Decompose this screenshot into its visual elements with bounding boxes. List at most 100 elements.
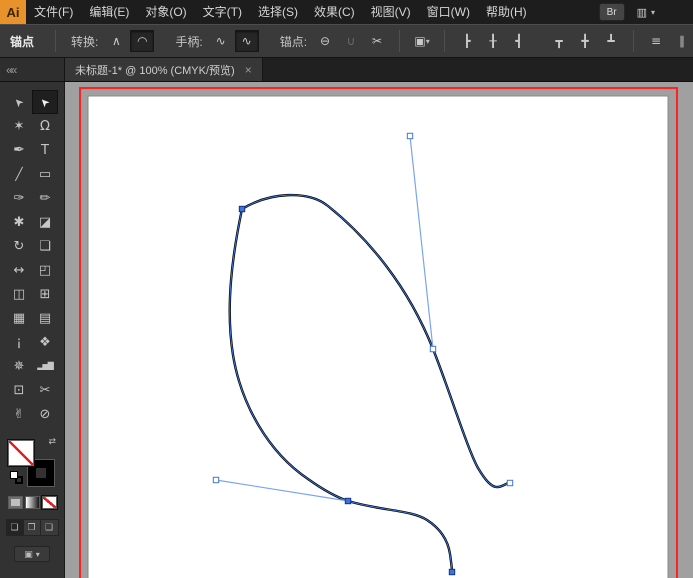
eyedropper-tool[interactable]: ¡ — [6, 330, 32, 354]
anchor-point-6[interactable] — [212, 476, 220, 484]
anchor-point-4[interactable] — [429, 345, 437, 353]
paintbrush-tool[interactable]: ✑ — [6, 186, 32, 210]
line-segment-tool[interactable]: ╱ — [6, 162, 32, 186]
bridge-button[interactable]: Br — [598, 3, 625, 21]
pencil-tool[interactable]: ✏ — [32, 186, 58, 210]
menu-item-5[interactable]: 效果(C) — [306, 0, 363, 24]
artboard-icon: ⊡ — [13, 382, 25, 398]
color-button[interactable] — [7, 496, 23, 509]
align-center-button[interactable]: ╂ — [481, 30, 505, 52]
blob-brush-icon: ✱ — [13, 214, 25, 230]
control-bar: 锚点 转换: ∧ ◠ 手柄: ∿ ∿ 锚点: ⊖ ∪ ✂ ▣ ▾ ┣ ╂ ┫ ┳… — [0, 24, 693, 58]
artboard-tool[interactable]: ⊡ — [6, 378, 32, 402]
tools-panel: ➤ ➤ ✶ Ω ✒ T ╱ ▭ ✑ ✏ ✱ ◪ ↻ ❏ ↔ ◰ ◫ ⊞ ▦ ▤ ¡ ❖ ✵ ▂▅▇ ⊡ ✂ ✌ ⊘ ⇄ ❏ ❐ ❑ ▣… — [0, 82, 65, 578]
connect-endpoints-button[interactable]: ∪ — [339, 30, 363, 52]
chevron-down-icon: ▾ — [425, 36, 430, 46]
none-button[interactable] — [40, 495, 58, 510]
gradient-tool[interactable]: ▤ — [32, 306, 58, 330]
scale-tool[interactable]: ❏ — [32, 234, 58, 258]
align-right-button[interactable]: ┫ — [507, 30, 531, 52]
isolate-object-button[interactable]: ▣ ▾ — [410, 30, 434, 52]
menu-item-7[interactable]: 窗口(W) — [419, 0, 478, 24]
anchor-point-3[interactable] — [506, 479, 514, 487]
align-middle-button[interactable]: ╋ — [573, 30, 597, 52]
workspace-switcher-button[interactable]: ▥ ▾ — [637, 7, 655, 18]
draw-inside-button[interactable]: ❑ — [40, 520, 58, 535]
mesh-tool[interactable]: ▦ — [6, 306, 32, 330]
scale-icon: ❏ — [39, 238, 51, 254]
column-graph-tool[interactable]: ▂▅▇ — [32, 354, 58, 378]
menu-list: 文件(F) 编辑(E) 对象(O) 文字(T) 选择(S) 效果(C) 视图(V) 窗口(W)… — [26, 0, 535, 24]
menu-item-0[interactable]: 文件(F) — [26, 0, 81, 24]
zoom-tool[interactable]: ⊘ — [32, 402, 58, 426]
selection-icon: ➤ — [11, 94, 27, 110]
rotate-tool[interactable]: ↻ — [6, 234, 32, 258]
pencil-icon: ✏ — [39, 190, 51, 206]
align-left-button[interactable]: ┣ — [455, 30, 479, 52]
pen-tool[interactable]: ✒ — [6, 138, 32, 162]
remove-anchor-button[interactable]: ⊖ — [313, 30, 337, 52]
convert-to-smooth-button[interactable]: ◠ — [130, 30, 155, 52]
free-transform-tool[interactable]: ◰ — [32, 258, 58, 282]
hide-handles-button[interactable]: ∿ — [209, 30, 233, 52]
width-tool[interactable]: ↔ — [6, 258, 32, 282]
distribute-vertical-icon: ≡ — [651, 34, 662, 48]
gradient-button[interactable] — [24, 496, 40, 509]
perspective-grid-tool[interactable]: ⊞ — [32, 282, 58, 306]
show-handles-button[interactable]: ∿ — [234, 30, 259, 52]
align-right-icon: ┫ — [515, 34, 523, 48]
hand-tool[interactable]: ✌ — [6, 402, 32, 426]
isolate-icon: ▣ — [414, 34, 426, 48]
menu-item-3[interactable]: 文字(T) — [195, 0, 250, 24]
show-handles-icon: ∿ — [241, 34, 252, 48]
close-icon[interactable]: × — [245, 63, 252, 77]
align-bottom-button[interactable]: ┻ — [599, 30, 623, 52]
document-tab[interactable]: 未标题-1* @ 100% (CMYK/预览) × — [65, 58, 263, 81]
type-tool[interactable]: T — [32, 138, 58, 162]
distribute-horizontal-button[interactable]: ∥ — [670, 30, 693, 52]
menu-item-2[interactable]: 对象(O) — [137, 0, 194, 24]
anchor-point-1[interactable] — [344, 497, 352, 505]
rectangle-icon: ▭ — [38, 166, 52, 182]
slice-tool[interactable]: ✂ — [32, 378, 58, 402]
convert-to-corner-button[interactable]: ∧ — [104, 30, 128, 52]
menu-item-4[interactable]: 选择(S) — [250, 0, 306, 24]
anchor-point-2[interactable] — [448, 568, 456, 576]
default-fill-stroke-icon[interactable] — [10, 471, 23, 484]
direct-selection-tool[interactable]: ➤ — [32, 90, 58, 114]
fill-swatch-none[interactable] — [8, 440, 34, 466]
distribute-vertical-button[interactable]: ≡ — [644, 30, 668, 52]
swap-fill-stroke-icon[interactable]: ⇄ — [48, 438, 56, 447]
blob-brush-tool[interactable]: ✱ — [6, 210, 32, 234]
eraser-tool[interactable]: ◪ — [32, 210, 58, 234]
mesh-icon: ▦ — [12, 310, 26, 326]
separator — [444, 30, 446, 52]
magic-wand-tool[interactable]: ✶ — [6, 114, 32, 138]
screen-mode-button[interactable]: ▣ ▾ — [14, 546, 50, 562]
selection-tool[interactable]: ➤ — [6, 90, 32, 114]
symbol-sprayer-tool[interactable]: ✵ — [6, 354, 32, 378]
toolbar-collapse-button[interactable]: «« — [0, 58, 65, 81]
draw-normal-button[interactable]: ❏ — [6, 520, 24, 535]
draw-behind-button[interactable]: ❐ — [23, 520, 41, 535]
anchor-point-5[interactable] — [406, 132, 414, 140]
lasso-tool[interactable]: Ω — [32, 114, 58, 138]
menu-item-8[interactable]: 帮助(H) — [478, 0, 535, 24]
align-center-icon: ╂ — [489, 34, 497, 48]
rotate-icon: ↻ — [13, 238, 25, 254]
convert-label: 转换: — [71, 34, 99, 49]
convert-smooth-icon: ◠ — [137, 34, 148, 48]
blend-tool[interactable]: ❖ — [32, 330, 58, 354]
menu-item-1[interactable]: 编辑(E) — [81, 0, 137, 24]
align-middle-icon: ╋ — [581, 34, 589, 48]
anchors-label: 锚点: — [279, 34, 308, 49]
align-top-button[interactable]: ┳ — [547, 30, 571, 52]
perspective-grid-icon: ⊞ — [39, 286, 51, 302]
cut-path-button[interactable]: ✂ — [365, 30, 389, 52]
canvas-area[interactable] — [65, 82, 693, 578]
menu-item-6[interactable]: 视图(V) — [363, 0, 419, 24]
anchor-point-0[interactable] — [238, 205, 246, 213]
hand-icon: ✌ — [13, 406, 25, 422]
shape-builder-tool[interactable]: ◫ — [6, 282, 32, 306]
rectangle-tool[interactable]: ▭ — [32, 162, 58, 186]
